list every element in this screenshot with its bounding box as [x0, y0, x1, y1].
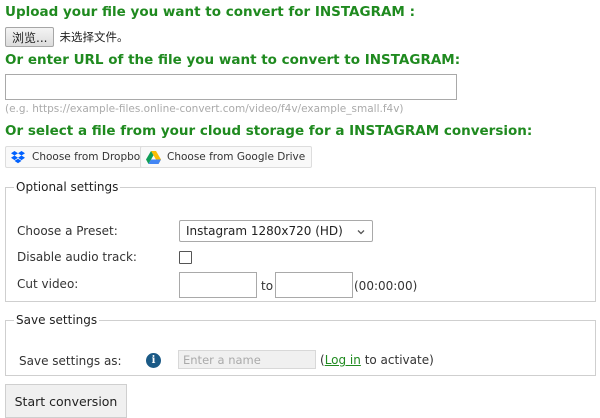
info-icon[interactable]: i [146, 353, 161, 368]
upload-heading: Upload your file you want to convert for… [5, 4, 415, 20]
save-label: Save settings as: [19, 354, 122, 368]
dropbox-icon [10, 149, 26, 165]
save-settings-legend: Save settings [16, 313, 98, 327]
login-link[interactable]: Log in [325, 353, 361, 367]
cloud-heading: Or select a file from your cloud storage… [5, 123, 533, 139]
start-conversion-button[interactable]: Start conversion [5, 384, 127, 418]
optional-settings-panel: Optional settings Choose a Preset: Insta… [5, 180, 596, 302]
cut-start-input[interactable] [179, 272, 257, 298]
url-input[interactable] [5, 74, 457, 100]
chevron-down-icon [356, 226, 366, 240]
preset-select[interactable]: Instagram 1280x720 (HD) [179, 220, 373, 242]
google-drive-label: Choose from Google Drive [167, 151, 306, 163]
activate-suffix: to activate) [360, 353, 434, 367]
file-upload-row: 浏览... 未选择文件。 [5, 27, 128, 47]
cut-format-hint: (00:00:00) [354, 279, 418, 293]
cut-label: Cut video: [17, 277, 79, 291]
url-example: (e.g. https://example-files.online-conve… [5, 103, 404, 115]
disable-audio-checkbox[interactable] [179, 251, 192, 264]
dropbox-label: Choose from Dropbox [32, 151, 147, 163]
optional-settings-legend: Optional settings [16, 180, 119, 194]
file-status: 未选择文件。 [59, 30, 129, 44]
url-heading: Or enter URL of the file you want to con… [5, 52, 461, 68]
save-settings-panel: Save settings Save settings as: i Enter … [5, 313, 596, 376]
browse-button[interactable]: 浏览... [5, 27, 55, 47]
audio-label: Disable audio track: [17, 250, 137, 264]
preset-label: Choose a Preset: [17, 224, 118, 238]
cut-end-input[interactable] [275, 272, 353, 298]
activate-note: (Log in to activate) [320, 353, 434, 367]
dropbox-button[interactable]: Choose from Dropbox [5, 146, 154, 168]
cut-to-text: to [261, 279, 274, 293]
preset-value: Instagram 1280x720 (HD) [186, 224, 343, 238]
google-drive-icon [145, 149, 161, 165]
google-drive-button[interactable]: Choose from Google Drive [140, 146, 313, 168]
settings-name-input[interactable]: Enter a name [178, 350, 316, 369]
